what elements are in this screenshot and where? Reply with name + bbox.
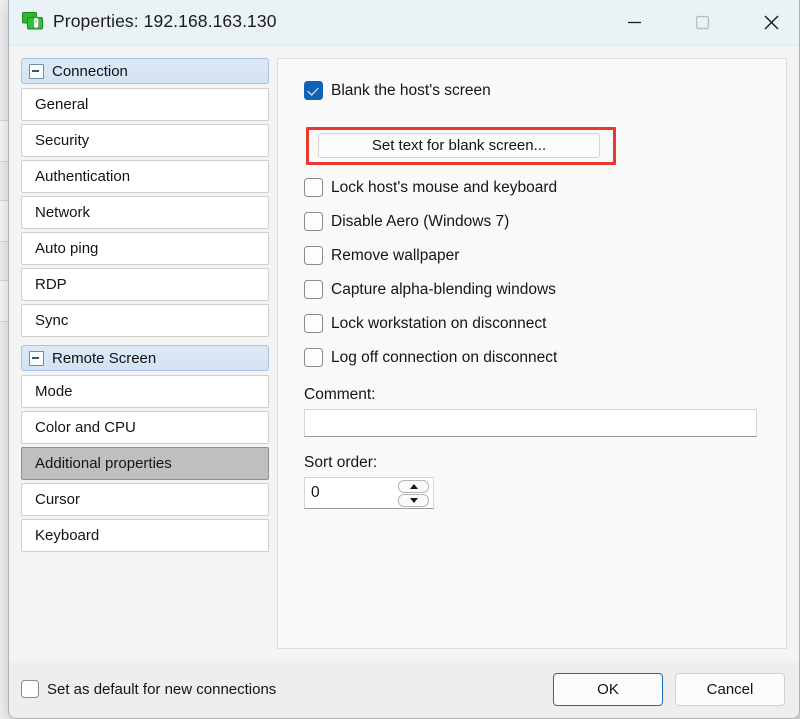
checkbox-indicator[interactable]: [304, 314, 323, 333]
checkbox-indicator[interactable]: [21, 680, 39, 698]
sidebar-item-label: Network: [35, 204, 91, 221]
checkbox-indicator[interactable]: [304, 178, 323, 197]
checkbox-indicator[interactable]: [304, 81, 323, 100]
sidebar-item-cursor[interactable]: Cursor: [21, 483, 269, 516]
title-bar[interactable]: Properties: 192.168.163.130: [9, 0, 799, 46]
set-text-for-blank-screen-button[interactable]: Set text for blank screen...: [318, 133, 600, 158]
window-title: Properties: 192.168.163.130: [53, 11, 277, 31]
checkbox-capture-alpha-blending-windows[interactable]: Capture alpha-blending windows: [304, 280, 556, 299]
cancel-button[interactable]: Cancel: [675, 673, 785, 706]
sidebar-item-label: Authentication: [35, 168, 131, 185]
chevron-down-icon: [409, 498, 418, 503]
checkbox-lock-host-mouse-keyboard[interactable]: Lock host's mouse and keyboard: [304, 178, 557, 197]
sort-order-increment-button[interactable]: [398, 480, 429, 493]
sidebar-item-label: Keyboard: [35, 527, 100, 544]
sidebar-group-connection[interactable]: Connection: [21, 58, 269, 84]
sidebar-item-security[interactable]: Security: [21, 124, 269, 157]
sidebar-item-additional-properties[interactable]: Additional properties: [21, 447, 269, 480]
sidebar-group-label: Connection: [52, 62, 128, 80]
checkbox-blank-host-screen[interactable]: Blank the host's screen: [304, 81, 491, 100]
button-label: OK: [597, 681, 619, 698]
sort-order-input[interactable]: [305, 478, 397, 508]
checkbox-log-off-connection-on-disconnect[interactable]: Log off connection on disconnect: [304, 348, 557, 367]
comment-label: Comment:: [304, 386, 376, 403]
sidebar-item-mode[interactable]: Mode: [21, 375, 269, 408]
sidebar-item-color-and-cpu[interactable]: Color and CPU: [21, 411, 269, 444]
comment-input[interactable]: [304, 409, 757, 437]
close-button[interactable]: [748, 0, 794, 45]
checkbox-disable-aero[interactable]: Disable Aero (Windows 7): [304, 212, 509, 231]
close-icon: [763, 15, 779, 30]
sidebar-item-label: Cursor: [35, 491, 81, 508]
sidebar-item-label: Sync: [35, 312, 69, 329]
sort-order-stepper[interactable]: [304, 477, 434, 509]
checkbox-label: Set as default for new connections: [47, 680, 277, 698]
sort-order-label: Sort order:: [304, 454, 378, 471]
checkbox-indicator[interactable]: [304, 212, 323, 231]
sidebar-item-network[interactable]: Network: [21, 196, 269, 229]
sidebar-item-authentication[interactable]: Authentication: [21, 160, 269, 193]
sidebar-item-label: Additional properties: [35, 455, 172, 472]
sidebar-item-rdp[interactable]: RDP: [21, 268, 269, 301]
checkbox-label: Capture alpha-blending windows: [331, 280, 556, 298]
ok-button[interactable]: OK: [553, 673, 663, 706]
sidebar-item-label: Auto ping: [35, 240, 99, 257]
checkbox-set-as-default[interactable]: Set as default for new connections: [21, 680, 276, 698]
sidebar-item-label: General: [35, 96, 89, 113]
dialog-body: Connection General Security Authenticati…: [9, 46, 799, 661]
sidebar-item-sync[interactable]: Sync: [21, 304, 269, 337]
checkbox-label: Blank the host's screen: [331, 81, 491, 99]
sidebar-item-label: RDP: [35, 276, 67, 293]
maximize-icon: [695, 15, 709, 30]
checkbox-indicator[interactable]: [304, 348, 323, 367]
minimize-button[interactable]: [611, 0, 657, 45]
sidebar-group-remote-screen[interactable]: Remote Screen: [21, 345, 269, 371]
sidebar-group-label: Remote Screen: [52, 349, 157, 367]
sidebar-item-keyboard[interactable]: Keyboard: [21, 519, 269, 552]
button-label: Set text for blank screen...: [371, 137, 547, 154]
checkbox-label: Log off connection on disconnect: [331, 348, 558, 366]
properties-dialog: Properties: 192.168.163.130 Connection G…: [8, 0, 800, 719]
sort-order-decrement-button[interactable]: [398, 494, 429, 507]
remote-screen-icon: [22, 12, 43, 30]
additional-properties-panel: Blank the host's screen Set text for bla…: [277, 58, 787, 649]
checkbox-label: Lock host's mouse and keyboard: [331, 178, 558, 196]
collapse-icon[interactable]: [29, 350, 44, 366]
checkbox-label: Remove wallpaper: [331, 246, 460, 264]
button-label: Cancel: [706, 681, 754, 698]
maximize-button[interactable]: [679, 0, 725, 45]
chevron-up-icon: [409, 484, 418, 489]
sidebar-item-label: Mode: [35, 383, 73, 400]
sidebar-item-label: Color and CPU: [35, 419, 136, 436]
checkbox-indicator[interactable]: [304, 246, 323, 265]
minimize-icon: [627, 21, 641, 24]
collapse-icon[interactable]: [29, 63, 44, 79]
checkbox-indicator[interactable]: [304, 280, 323, 299]
sidebar-navigation: Connection General Security Authenticati…: [21, 58, 269, 555]
checkbox-remove-wallpaper[interactable]: Remove wallpaper: [304, 246, 459, 265]
dialog-footer: Set as default for new connections OK Ca…: [9, 661, 799, 718]
highlight-annotation: Set text for blank screen...: [306, 127, 616, 165]
checkbox-lock-workstation-on-disconnect[interactable]: Lock workstation on disconnect: [304, 314, 546, 333]
sidebar-item-label: Security: [35, 132, 90, 149]
checkbox-label: Disable Aero (Windows 7): [331, 212, 510, 230]
sidebar-item-auto-ping[interactable]: Auto ping: [21, 232, 269, 265]
sidebar-item-general[interactable]: General: [21, 88, 269, 121]
checkbox-label: Lock workstation on disconnect: [331, 314, 547, 332]
